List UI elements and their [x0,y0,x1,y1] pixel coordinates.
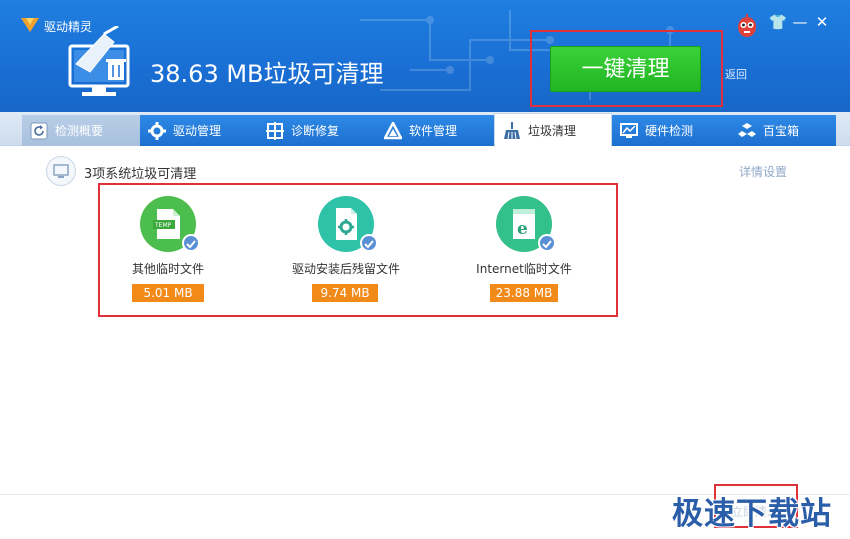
checkmark-glyph [186,240,196,249]
refresh-icon [30,122,48,139]
crosshair-icon [266,121,284,140]
boxes-icon [738,122,756,137]
tab-driver-management[interactable]: 驱动管理 [140,115,258,146]
tab-label: 软件管理 [409,124,458,138]
tab-toolbox[interactable]: 百宝箱 [730,115,836,146]
svg-text:e: e [517,219,528,239]
site-watermark: 极速下载站 [672,496,832,532]
close-icon[interactable]: ✕ [812,12,832,32]
broom-icon [504,121,520,139]
junk-item-internet-temp[interactable]: e Internet临时文件 23.88 MB [444,196,604,306]
tab-label: 诊断修复 [291,124,340,138]
detail-settings-link[interactable]: 详情设置 [739,163,787,180]
check-icon[interactable] [538,234,556,252]
tab-label: 硬件检测 [645,124,694,138]
tab-label: 百宝箱 [763,124,800,138]
junk-item-temp[interactable]: TEMP 其他临时文件 5.01 MB [88,196,248,306]
app-window: 驱动精灵 38.63 MB垃圾可清理 👕 — ✕ 一键清理 返回 检测概要 驱动… [0,0,850,539]
monitor-glyph [53,164,69,178]
app-logo-icon [21,18,39,32]
tab-overview[interactable]: 检测概要 [22,115,140,146]
item-name: Internet临时文件 [476,262,572,276]
tab-software-management[interactable]: 软件管理 [376,115,494,146]
tab-label: 垃圾清理 [528,124,577,138]
tab-junk-clean[interactable]: 垃圾清理 [494,113,612,147]
junk-count-title: 3项系统垃圾可清理 [84,167,197,182]
item-name: 驱动安装后残留文件 [291,262,400,276]
monitor-chart-icon [620,122,638,138]
checkmark-glyph [364,240,374,249]
gear-icon [148,121,166,140]
item-size-badge: 23.88 MB [490,284,558,302]
check-icon[interactable] [182,234,200,252]
monitor-broom-icon [68,26,130,96]
tab-label: 驱动管理 [173,124,222,138]
back-link[interactable]: 返回 [725,66,747,82]
one-click-clean-button[interactable]: 一键清理 [550,46,701,92]
svg-text:TEMP: TEMP [154,222,172,229]
minimize-icon[interactable]: — [790,12,810,32]
junk-item-driver-residue[interactable]: 驱动安装后残留文件 9.74 MB [266,196,426,306]
check-icon[interactable] [360,234,378,252]
item-name: 其他临时文件 [131,262,204,276]
skin-mascot-icon[interactable] [736,14,758,38]
monitor-icon [46,156,76,186]
item-size-badge: 9.74 MB [312,284,378,302]
tab-diagnose-repair[interactable]: 诊断修复 [258,115,376,146]
junk-summary-text: 38.63 MB垃圾可清理 [150,60,384,88]
skin-icon[interactable]: 👕 [768,12,788,32]
tab-hardware-detect[interactable]: 硬件检测 [612,115,730,146]
triangle-logo-icon [384,121,402,139]
checkmark-glyph [542,240,552,249]
tab-label: 检测概要 [55,124,104,138]
item-size-badge: 5.01 MB [132,284,204,302]
